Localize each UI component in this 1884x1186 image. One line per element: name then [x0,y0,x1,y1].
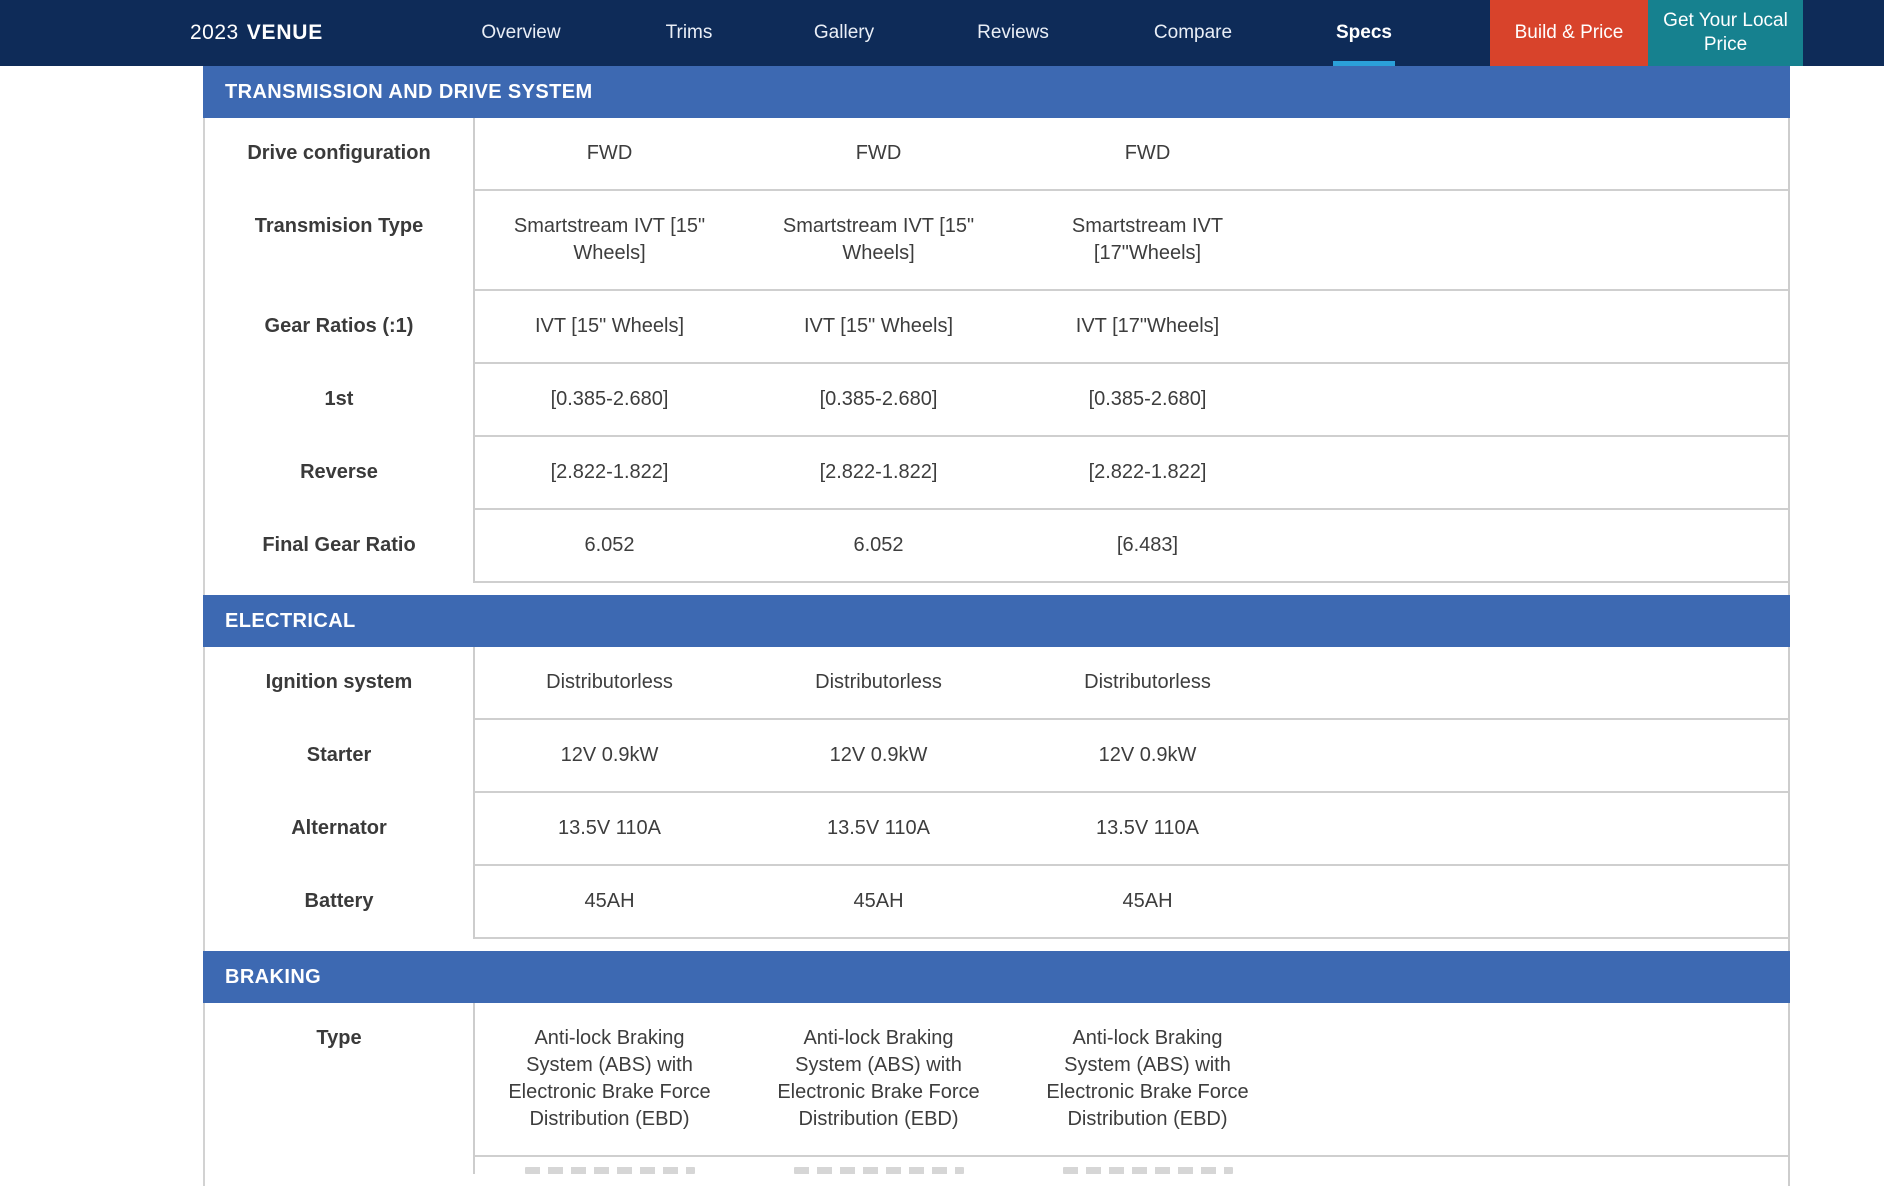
table-row: Starter 12V 0.9kW 12V 0.9kW 12V 0.9kW [205,720,1788,793]
spec-value: [0.385-2.680] [550,388,669,410]
spec-value: 12V 0.9kW [829,744,928,766]
spec-value: 45AH [853,890,904,912]
table-row: Alternator 13.5V 110A 13.5V 110A 13.5V 110A [205,793,1788,866]
spec-table: TRANSMISSION AND DRIVE SYSTEM Drive confi… [203,66,1790,1186]
spec-value: [6.483] [1116,534,1179,556]
spec-value: Distributorless [546,671,673,693]
section-rows: Ignition system Distributorless Distributo… [203,647,1790,951]
spec-value: 13.5V 110A [1095,817,1200,839]
spec-section: TRANSMISSION AND DRIVE SYSTEM Drive confi… [203,66,1790,595]
table-row: Drive configuration FWD FWD FWD [205,118,1788,191]
spec-section: ELECTRICAL Ignition system Distributorless… [203,595,1790,951]
nav-tab-specs-label: Specs [1336,22,1392,43]
row-label: Reverse [205,437,475,510]
row-label: Alternator [205,793,475,866]
vehicle-model: VENUE [246,21,324,44]
row-label: Transmision Type [205,191,475,291]
spec-value: 6.052 [584,534,635,556]
nav-tab-compare[interactable]: Compare [1154,0,1232,66]
table-row: Battery 45AH 45AH 45AH [205,866,1788,939]
spec-value: Distributorless [815,671,942,693]
row-label: Battery [205,866,475,939]
vehicle-title: 2023 VENUE [190,0,323,66]
row-label [205,1157,475,1174]
row-values: 12V 0.9kW 12V 0.9kW 12V 0.9kW [475,720,1788,793]
spec-value: 6.052 [853,534,904,556]
spec-value: Smartstream IVT [15" Wheels] [782,215,975,264]
section-header: TRANSMISSION AND DRIVE SYSTEM [203,66,1790,118]
spec-value: FWD [1124,142,1171,164]
active-tab-underline [1332,61,1395,66]
spec-value: [0.385-2.680] [1088,388,1207,410]
spec-value: FWD [855,142,902,164]
spec-value [475,1167,744,1174]
get-local-price-button[interactable]: Get Your Local Price [1648,0,1803,66]
row-values: Distributorless Distributorless Distributo… [475,647,1788,720]
row-values: [2.822-1.822] [2.822-1.822] [2.822-1.822] [475,437,1788,510]
spec-value: 45AH [584,890,635,912]
table-row: Gear Ratios (:1) IVT [15" Wheels] IVT [15"… [205,291,1788,364]
clipped-next-row [205,1157,1788,1174]
row-values: [0.385-2.680] [0.385-2.680] [0.385-2.680] [475,364,1788,437]
spec-value: 12V 0.9kW [1098,744,1197,766]
nav-tab-overview[interactable]: Overview [481,0,560,66]
spec-value: Anti-lock Braking System (ABS) with Elec… [508,1027,711,1130]
table-row: Final Gear Ratio 6.052 6.052 [6.483] [205,510,1788,583]
row-values [475,1157,1788,1174]
section-header: BRAKING [203,951,1790,1003]
section-rows: Drive configuration FWD FWD FWD Transmision … [203,118,1790,595]
nav-tab-trims[interactable]: Trims [666,0,713,66]
spec-value: 12V 0.9kW [560,744,659,766]
row-values: IVT [15" Wheels] IVT [15" Wheels] IVT [17"… [475,291,1788,364]
row-label: 1st [205,364,475,437]
spec-value [744,1167,1013,1174]
top-navigation-bar: 2023 VENUE Overview Trims Gallery Review… [0,0,1884,66]
nav-tab-specs[interactable]: Specs [1332,0,1395,66]
spec-value: 45AH [1122,890,1173,912]
spec-value: [2.822-1.822] [550,461,669,483]
spec-value: 13.5V 110A [557,817,662,839]
table-row: Transmision Type Smartstream IVT [15" Whe… [205,191,1788,291]
vehicle-year: 2023 [190,21,239,44]
row-values: 13.5V 110A 13.5V 110A 13.5V 110A [475,793,1788,866]
spec-value: Anti-lock Braking System (ABS) with Elec… [777,1027,980,1130]
clipped-text-fragment [793,1167,964,1174]
spec-value: [2.822-1.822] [819,461,938,483]
row-values: 45AH 45AH 45AH [475,866,1788,939]
row-values: FWD FWD FWD [475,118,1788,191]
spec-value: [0.385-2.680] [819,388,938,410]
section-rows: Type Anti-lock Braking System (ABS) with … [203,1003,1790,1186]
spec-value: FWD [586,142,633,164]
spec-value: IVT [15" Wheels] [534,315,684,337]
row-label: Drive configuration [205,118,475,191]
spec-value [1013,1167,1282,1174]
spec-value: IVT [17"Wheels] [1075,315,1220,337]
row-values: Anti-lock Braking System (ABS) with Elec… [475,1003,1788,1157]
row-label: Type [205,1003,475,1157]
clipped-text-fragment [524,1167,695,1174]
table-row: 1st [0.385-2.680] [0.385-2.680] [0.385-2.68… [205,364,1788,437]
row-values: Smartstream IVT [15" Wheels] Smartstream … [475,191,1788,291]
nav-tab-reviews[interactable]: Reviews [977,0,1049,66]
spec-value: Distributorless [1084,671,1211,693]
row-values: 6.052 6.052 [6.483] [475,510,1788,583]
spec-section: BRAKING Type Anti-lock Braking System (ABS… [203,951,1790,1186]
row-label: Ignition system [205,647,475,720]
spec-value: IVT [15" Wheels] [803,315,953,337]
table-row: Ignition system Distributorless Distributo… [205,647,1788,720]
table-row: Reverse [2.822-1.822] [2.822-1.822] [2.822-… [205,437,1788,510]
spec-value: 13.5V 110A [826,817,931,839]
row-label: Final Gear Ratio [205,510,475,583]
spec-value: Anti-lock Braking System (ABS) with Elec… [1046,1027,1249,1130]
table-row: Type Anti-lock Braking System (ABS) with … [205,1003,1788,1157]
row-label: Starter [205,720,475,793]
row-label: Gear Ratios (:1) [205,291,475,364]
spec-value: [2.822-1.822] [1088,461,1207,483]
section-header: ELECTRICAL [203,595,1790,647]
clipped-text-fragment [1062,1167,1233,1174]
spec-value: Smartstream IVT [15" Wheels] [513,215,706,264]
spec-value: Smartstream IVT [17"Wheels] [1071,215,1224,264]
nav-tab-gallery[interactable]: Gallery [814,0,874,66]
build-and-price-button[interactable]: Build & Price [1490,0,1648,66]
